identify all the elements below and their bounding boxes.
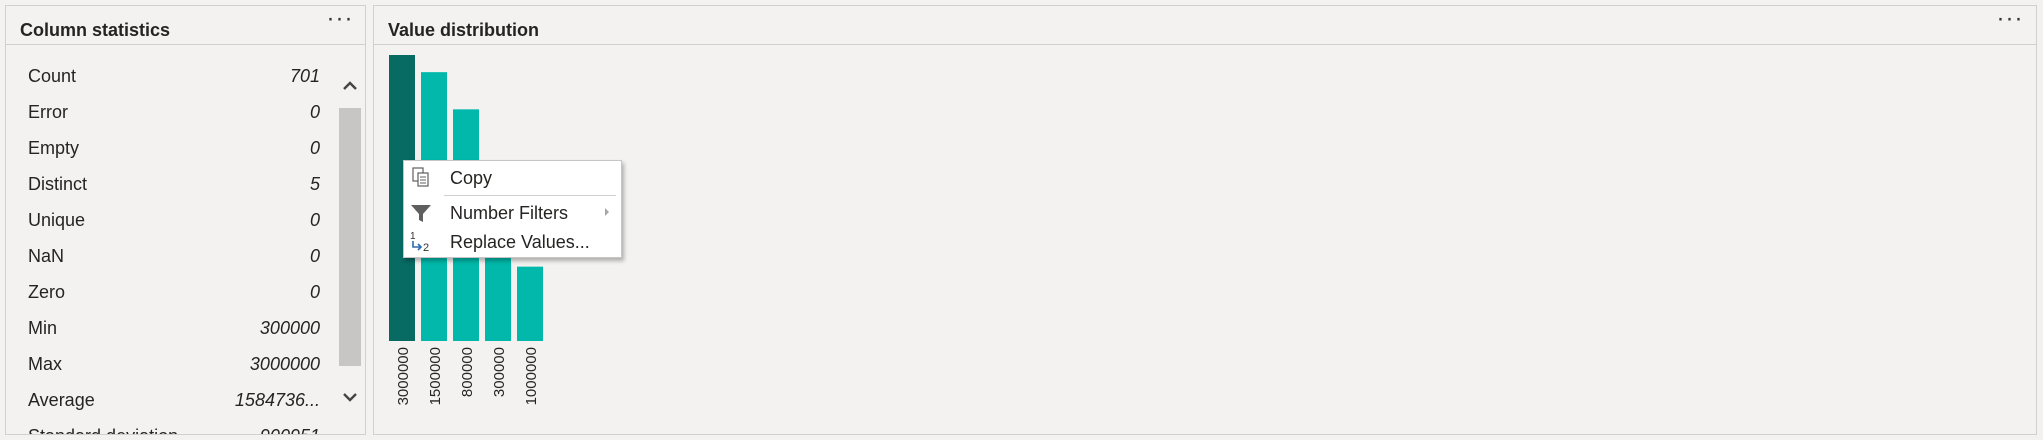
stat-value: 900951 (140, 424, 320, 434)
menu-item-copy[interactable]: Copy (404, 163, 621, 193)
column-statistics-panel: Column statistics ··· Count 701 Error 0 … (5, 5, 366, 435)
svg-text:2: 2 (423, 242, 429, 254)
scrollbar-thumb[interactable] (339, 108, 361, 366)
x-tick-label: 300000 (491, 347, 508, 397)
x-tick-label: 3000000 (395, 347, 412, 405)
stat-row-error: Error 0 (24, 100, 320, 124)
stat-row-min: Min 300000 (24, 316, 320, 340)
submenu-arrow-icon (605, 208, 609, 216)
svg-text:1: 1 (410, 231, 416, 242)
stat-label: Min (28, 318, 58, 338)
bar-300000[interactable] (485, 246, 511, 341)
stat-value: 0 (309, 210, 320, 230)
menu-label: Copy (450, 168, 493, 188)
menu-separator (444, 195, 616, 196)
stat-label: Count (28, 66, 77, 86)
bar-1000000[interactable] (517, 266, 543, 341)
stat-row-max: Max 3000000 (24, 352, 320, 376)
scroll-up-button[interactable] (339, 75, 361, 97)
stat-value: 0 (309, 102, 320, 122)
stat-value: 0 (309, 246, 320, 266)
stat-row-unique: Unique 0 (24, 208, 320, 232)
stat-label: Unique (28, 210, 86, 230)
stat-row-nan: NaN 0 (24, 244, 320, 268)
menu-label: Replace Values... (450, 232, 590, 252)
stat-row-count: Count 701 (24, 64, 320, 88)
x-tick-label: 1500000 (427, 347, 444, 405)
stat-row-zero: Zero 0 (24, 280, 320, 304)
stat-value: 0 (309, 138, 320, 158)
stat-value: 1584736... (234, 390, 320, 410)
stat-value: 701 (289, 66, 320, 86)
context-menu: Copy Number Filters 1 2 Replace Values..… (403, 160, 622, 258)
chevron-up-icon (343, 81, 357, 90)
menu-item-replace-values[interactable]: 1 2 Replace Values... (404, 227, 621, 257)
stat-row-distinct: Distinct 5 (24, 172, 320, 196)
more-options-button[interactable]: ··· (323, 7, 357, 34)
stat-label: Distinct (28, 174, 88, 194)
x-tick-label: 800000 (459, 347, 476, 397)
menu-item-number-filters[interactable]: Number Filters (404, 198, 621, 228)
stat-label: Average (28, 390, 95, 410)
stat-label: Zero (28, 282, 66, 302)
stat-label: NaN (28, 246, 65, 266)
stat-row-average: Average 1584736... (24, 388, 320, 412)
chevron-down-icon (343, 393, 357, 402)
stat-row-empty: Empty 0 (24, 136, 320, 160)
filter-funnel-icon (408, 200, 434, 226)
column-statistics-header: Column statistics ··· (6, 6, 365, 45)
value-distribution-chart: 3000000 1500000 800000 300000 1000000 (389, 55, 543, 405)
stat-value: 300000 (259, 318, 320, 338)
stat-label: Empty (28, 138, 80, 158)
statistics-list: Count 701 Error 0 Empty 0 Distinct 5 Uni… (6, 45, 336, 434)
stat-value: 0 (309, 282, 320, 302)
scroll-down-button[interactable] (339, 386, 361, 408)
x-tick-label: 1000000 (523, 347, 540, 405)
copy-icon (408, 165, 434, 191)
stat-value: 5 (309, 174, 320, 194)
menu-label: Number Filters (450, 203, 569, 223)
value-distribution-title: Value distribution (388, 20, 540, 40)
column-statistics-title: Column statistics (20, 20, 171, 40)
stat-row-standard-deviation: Standard deviation 900951 (24, 424, 320, 434)
more-options-button[interactable]: ··· (1993, 7, 2027, 34)
stat-label: Error (28, 102, 68, 122)
stat-label: Max (28, 354, 63, 374)
replace-values-icon: 1 2 (408, 229, 434, 255)
stat-value: 3000000 (249, 354, 320, 374)
